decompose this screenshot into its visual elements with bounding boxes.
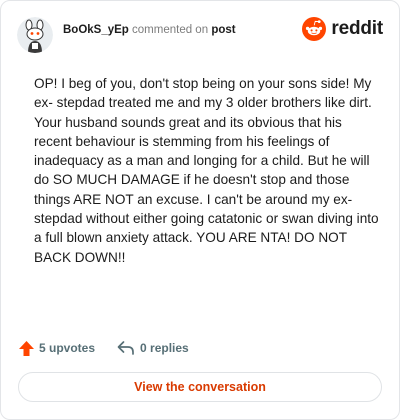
upvote-label: 5 upvotes	[39, 341, 96, 355]
reply-count[interactable]: 0 replies	[117, 340, 189, 356]
comment-meta: BoOkS_yEp commented on post	[63, 23, 236, 37]
reddit-logo-icon	[302, 17, 327, 41]
reply-arrow-icon	[117, 341, 134, 355]
comment-footer: 5 upvotes 0 replies	[18, 338, 189, 358]
reddit-wordmark: reddit	[331, 18, 383, 39]
post-link[interactable]: post	[211, 24, 235, 36]
comment-body: OP! I beg of you, don't stop being on yo…	[34, 76, 379, 265]
action-text: commented on	[132, 24, 209, 36]
username-link[interactable]: BoOkS_yEp	[63, 24, 129, 36]
view-conversation-button[interactable]: View the conversation	[18, 372, 382, 402]
comment-header: BoOkS_yEp commented on post reddit	[17, 15, 383, 55]
user-avatar[interactable]	[17, 17, 53, 53]
upvote-count[interactable]: 5 upvotes	[18, 340, 95, 357]
comment-card: BoOkS_yEp commented on post reddit OP! I…	[0, 0, 400, 420]
upvote-arrow-icon	[19, 340, 34, 356]
reply-label: 0 replies	[140, 341, 189, 355]
reddit-brand[interactable]: reddit	[302, 17, 383, 41]
snoo-avatar-icon	[17, 17, 53, 53]
